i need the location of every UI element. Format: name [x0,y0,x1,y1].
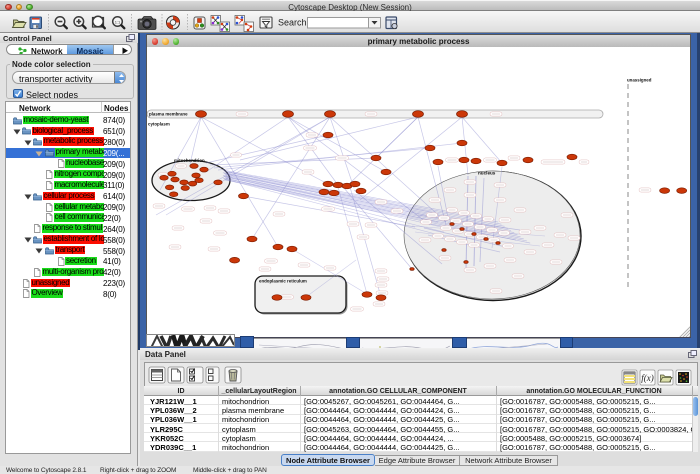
svg-text:mitochondrion: mitochondrion [174,158,205,163]
svg-text:Search:: Search: [278,18,309,28]
svg-text:endoplasmic reticulum: endoplasmic reticulum [259,279,307,284]
svg-text:cytoplasm: cytoplasm [148,122,170,127]
svg-text:nucleus: nucleus [478,171,496,176]
svg-text:1:1: 1:1 [115,19,121,24]
svg-text:unassigned: unassigned [627,78,652,83]
svg-text:plasma membrane: plasma membrane [149,112,188,117]
svg-text:f(x): f(x) [641,373,654,383]
